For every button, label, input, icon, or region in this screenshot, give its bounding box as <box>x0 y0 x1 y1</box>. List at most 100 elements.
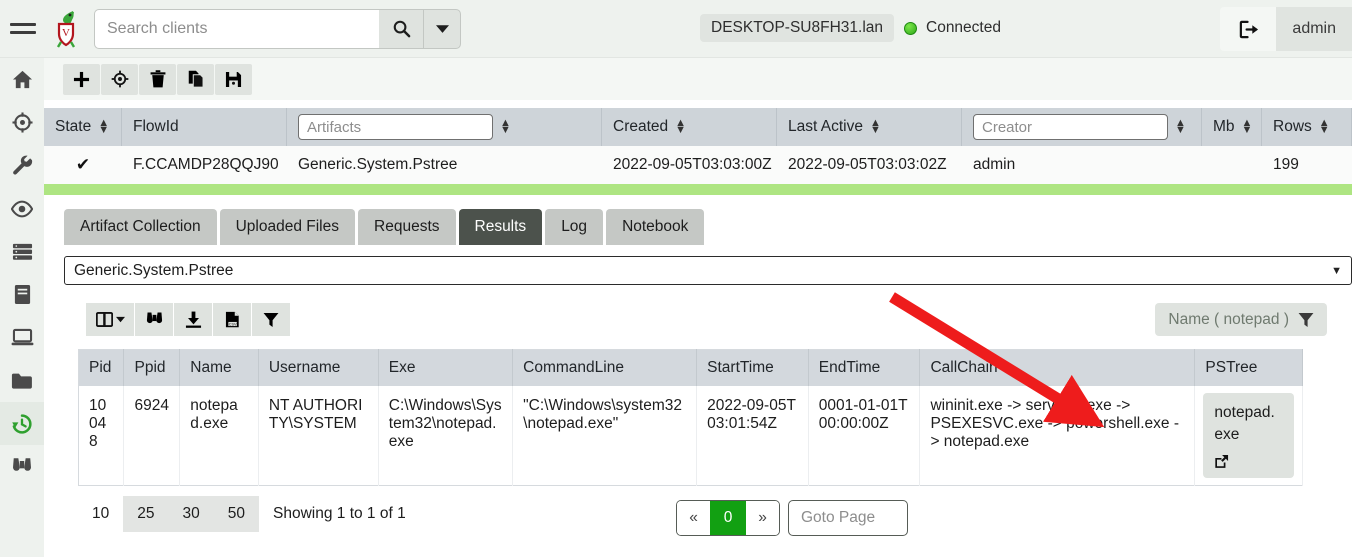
column-selector-button[interactable] <box>86 303 134 336</box>
top-header: V DESKTOP-SU8FH31.lan Connec <box>0 0 1352 58</box>
sidebar-item-client-monitoring[interactable] <box>0 187 44 230</box>
search-icon <box>392 19 411 38</box>
save-icon <box>225 71 242 88</box>
flow-col-creator[interactable]: ▲▼ <box>962 108 1202 146</box>
current-user-label[interactable]: admin <box>1276 7 1352 51</box>
results-toolbar: CSV <box>86 303 291 336</box>
flow-mb-cell <box>1202 146 1262 184</box>
logout-icon <box>1238 19 1259 40</box>
sidebar-item-vfs[interactable] <box>0 359 44 402</box>
copy-collection-button[interactable] <box>177 64 214 95</box>
binoculars-icon <box>11 456 33 477</box>
eye-icon <box>11 200 33 218</box>
flow-table-row[interactable]: ✔ F.CCAMDP28QQJ90 Generic.System.Pstree … <box>44 146 1352 184</box>
flow-col-lastactive-label: Last Active <box>788 118 863 136</box>
showing-label: Showing 1 to 1 of 1 <box>273 505 406 523</box>
new-collection-button[interactable] <box>63 64 100 95</box>
inspect-rows-button[interactable] <box>135 303 173 336</box>
results-col-callchain[interactable]: CallChain <box>920 350 1195 387</box>
flow-col-rows[interactable]: Rows ▲▼ <box>1262 108 1352 146</box>
flow-state-cell: ✔ <box>44 146 122 184</box>
results-col-name[interactable]: Name <box>180 350 259 387</box>
current-page-button[interactable]: 0 <box>710 501 746 535</box>
flow-col-created[interactable]: Created ▲▼ <box>602 108 777 146</box>
tab-artifact-collection[interactable]: Artifact Collection <box>64 209 217 245</box>
flow-col-mb[interactable]: Mb ▲▼ <box>1202 108 1262 146</box>
active-filter-label: Name ( notepad ) <box>1168 311 1289 329</box>
tab-results[interactable]: Results <box>459 209 543 245</box>
tab-notebook[interactable]: Notebook <box>606 209 704 245</box>
sidebar-item-home[interactable] <box>0 58 44 101</box>
add-to-hunt-button[interactable] <box>101 64 138 95</box>
results-col-commandline[interactable]: CommandLine <box>513 350 697 387</box>
sort-icon[interactable]: ▲▼ <box>500 120 511 134</box>
results-table-row[interactable]: 10048 6924 notepad.exe NT AUTHORITY\SYST… <box>79 386 1303 485</box>
search-button[interactable] <box>379 9 423 49</box>
chevron-down-icon: ▼ <box>1331 265 1342 277</box>
pagination-group: « 0 » <box>676 500 780 536</box>
save-collection-button[interactable] <box>215 64 252 95</box>
prev-page-button[interactable]: « <box>677 501 710 535</box>
sidebar-item-server-artifacts[interactable] <box>0 230 44 273</box>
cell-ppid: 6924 <box>124 386 180 485</box>
results-col-username[interactable]: Username <box>258 350 378 387</box>
collection-toolbar <box>44 58 1352 100</box>
sort-icon: ▲▼ <box>98 120 109 134</box>
search-dropdown-button[interactable] <box>423 9 461 49</box>
tab-requests[interactable]: Requests <box>358 209 455 245</box>
sidebar-item-notebooks[interactable] <box>0 273 44 316</box>
velociraptor-logo[interactable]: V <box>46 0 86 58</box>
filter-icon <box>263 312 279 328</box>
flow-col-mb-label: Mb <box>1213 118 1235 136</box>
tab-uploaded-files[interactable]: Uploaded Files <box>220 209 355 245</box>
sidebar-item-host-info[interactable] <box>0 316 44 359</box>
sort-icon: ▲▼ <box>1319 120 1330 134</box>
results-col-pstree[interactable]: PSTree <box>1195 350 1303 387</box>
caret-down-icon <box>436 24 449 33</box>
plus-icon <box>73 71 90 88</box>
folder-icon <box>11 372 33 390</box>
sort-icon[interactable]: ▲▼ <box>1175 120 1186 134</box>
flow-col-flowid[interactable]: FlowId <box>122 108 287 146</box>
artifacts-filter-input[interactable] <box>298 114 493 140</box>
cell-starttime: 2022-09-05T03:01:54Z <box>697 386 809 485</box>
laptop-icon <box>11 328 34 347</box>
sidebar-item-hunt-manager[interactable] <box>0 101 44 144</box>
results-col-endtime[interactable]: EndTime <box>808 350 920 387</box>
next-page-button[interactable]: » <box>746 501 779 535</box>
page-size-50[interactable]: 50 <box>214 496 259 532</box>
active-filter-chip[interactable]: Name ( notepad ) <box>1155 303 1327 336</box>
server-icon <box>12 241 33 262</box>
pstree-button[interactable]: notepad.exe <box>1203 393 1294 478</box>
download-results-button[interactable] <box>174 303 212 336</box>
flow-col-lastactive[interactable]: Last Active ▲▼ <box>777 108 962 146</box>
sidebar-item-artifact-tools[interactable] <box>0 144 44 187</box>
page-size-30[interactable]: 30 <box>169 496 214 532</box>
artifact-select[interactable]: Generic.System.Pstree ▼ <box>64 256 1352 285</box>
hostname-badge[interactable]: DESKTOP-SU8FH31.lan <box>700 14 894 42</box>
toggle-filters-button[interactable] <box>252 303 290 336</box>
tab-log[interactable]: Log <box>545 209 603 245</box>
logout-button[interactable] <box>1220 7 1276 51</box>
cell-commandline: "C:\Windows\system32\notepad.exe" <box>513 386 697 485</box>
flow-table: State ▲▼ FlowId ▲▼ Created ▲▼ Last Activ… <box>44 108 1352 184</box>
results-col-starttime[interactable]: StartTime <box>697 350 809 387</box>
results-col-ppid[interactable]: Ppid <box>124 350 180 387</box>
results-col-exe[interactable]: Exe <box>378 350 512 387</box>
sidebar-item-client-search[interactable] <box>0 445 44 488</box>
delete-collection-button[interactable] <box>139 64 176 95</box>
page-size-25[interactable]: 25 <box>123 496 168 532</box>
creator-filter-input[interactable] <box>973 114 1168 140</box>
results-col-pid[interactable]: Pid <box>79 350 124 387</box>
flow-col-state[interactable]: State ▲▼ <box>44 108 122 146</box>
flow-lastactive-cell: 2022-09-05T03:03:02Z <box>777 146 962 184</box>
export-csv-button[interactable]: CSV <box>213 303 251 336</box>
hamburger-icon[interactable] <box>0 0 46 58</box>
page-size-10[interactable]: 10 <box>78 496 123 532</box>
search-input[interactable] <box>94 9 379 49</box>
sidebar-item-collected-artifacts[interactable] <box>0 402 44 445</box>
goto-page-input[interactable] <box>788 500 908 536</box>
user-area: admin <box>1220 7 1352 51</box>
flow-progress-bar <box>44 184 1352 195</box>
flow-col-artifacts[interactable]: ▲▼ <box>287 108 602 146</box>
